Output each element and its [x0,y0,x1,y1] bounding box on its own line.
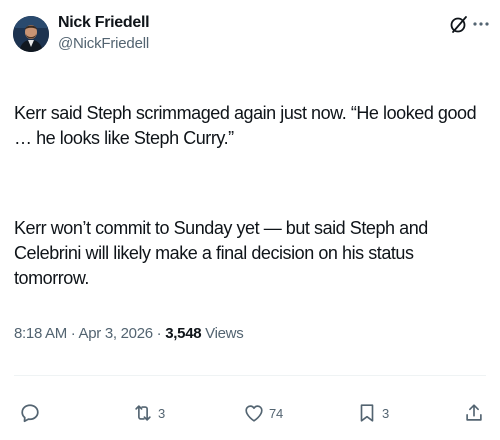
views-label: Views [201,325,244,342]
meta-separator: · [152,325,166,342]
heart-icon [245,405,263,422]
meta-separator: · [66,325,79,342]
more-icon[interactable] [472,14,490,34]
reply-icon [21,404,39,423]
retweet-button[interactable]: 3 [132,402,165,424]
tweet-meta: 8:18 AM · Apr 3, 2026 · 3,548 Views [14,325,244,342]
share-button[interactable] [463,402,485,424]
retweet-count: 3 [158,405,166,421]
tweet-text-paragraph-2: Kerr won’t commit to Sunday yet — but sa… [14,218,428,288]
views-count: 3,548 [165,325,202,342]
grok-icon[interactable] [449,14,469,34]
avatar-image [13,16,49,52]
share-icon [466,404,482,421]
retweet-icon [135,405,151,421]
bookmark-button[interactable]: 3 [356,402,389,424]
like-button[interactable]: 74 [243,402,283,424]
author-handle[interactable]: @NickFriedell [58,35,149,52]
tweet-date[interactable]: Apr 3, 2026 [79,325,154,342]
bookmark-count: 3 [382,405,390,421]
author-name[interactable]: Nick Friedell [58,14,150,32]
avatar[interactable] [13,16,49,52]
divider [14,375,486,376]
bookmark-icon [360,404,374,422]
reply-button[interactable] [19,402,45,424]
tweet-time[interactable]: 8:18 AM [14,325,67,342]
tweet-text-paragraph-1: Kerr said Steph scrimmaged again just no… [14,103,477,148]
like-count: 74 [269,405,284,421]
tweet-card: Nick Friedell @NickFriedell Kerr said St… [0,0,500,440]
